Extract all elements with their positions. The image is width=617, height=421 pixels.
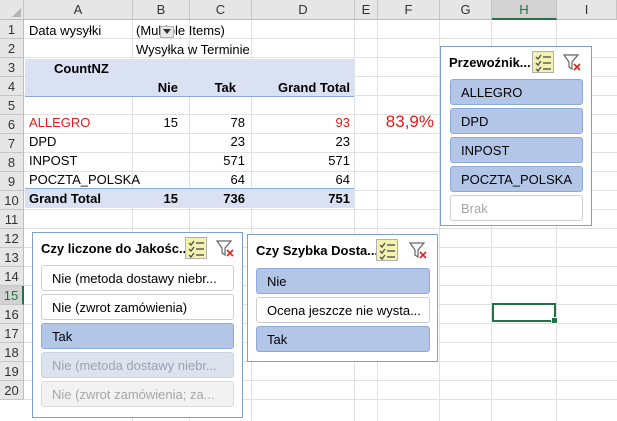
pivot-cell-total: 93 [335, 115, 350, 130]
row-header-6[interactable]: 6 [0, 115, 24, 134]
column-header-i[interactable]: I [557, 0, 617, 20]
slicer-item[interactable]: Nie [256, 268, 430, 294]
column-header-g[interactable]: G [440, 0, 492, 20]
pivot-cell-nie [134, 170, 178, 189]
pivot-cell-total: 23 [335, 134, 350, 149]
row-header-10[interactable]: 10 [0, 191, 24, 210]
select-all-corner[interactable] [0, 0, 24, 20]
row-header-8[interactable]: 8 [0, 153, 24, 172]
pivot-grand-total-label: Grand Total [29, 191, 101, 206]
row-header-9[interactable]: 9 [0, 172, 24, 191]
pivot-grand-total-tak: 736 [223, 191, 245, 206]
row-header-4[interactable]: 4 [0, 77, 24, 96]
clear-filter-icon[interactable] [408, 240, 428, 260]
slicer-title: Przewoźnik... [449, 55, 531, 70]
slicer-item[interactable]: Nie (metoda dostawy niebr... [41, 265, 234, 291]
pivot-cell-total: 64 [335, 172, 350, 187]
column-header-a[interactable]: A [24, 0, 133, 20]
pivot-row-label: ALLEGRO [29, 115, 91, 130]
slicer-title: Czy Szybka Dosta... [256, 243, 379, 258]
slicer-item[interactable]: Ocena jeszcze nie wysta... [256, 297, 430, 323]
row-header-20[interactable]: 20 [0, 381, 24, 400]
pivot-cell-nie: 15 [163, 115, 178, 130]
row-header-11[interactable]: 11 [0, 210, 24, 229]
slicer-item[interactable]: Brak [450, 195, 583, 221]
slicer-item[interactable]: POCZTA_POLSKA [450, 166, 583, 192]
pivot-column-field: Wysyłka w Terminie [136, 42, 250, 57]
row-header-13[interactable]: 13 [0, 248, 24, 267]
slicer-item[interactable]: Nie (zwrot zamówienia) [41, 294, 234, 320]
pivot-col-header-total: Grand Total [278, 80, 350, 95]
slicer-jakosc[interactable]: Czy liczone do Jakośc... Nie (metoda dos… [32, 232, 243, 418]
pivot-grand-total-total: 751 [328, 191, 350, 206]
row-header-17[interactable]: 17 [0, 324, 24, 343]
pivot-cell-nie [134, 132, 178, 151]
column-header-d[interactable]: D [252, 0, 355, 20]
pivot-cell-nie [134, 151, 178, 170]
pivot-row-label: INPOST [29, 153, 78, 168]
row-header-1[interactable]: 1 [0, 20, 24, 39]
gridline-horizontal [24, 228, 617, 229]
gridline-horizontal [24, 38, 617, 39]
slicer-szybka-dostawa[interactable]: Czy Szybka Dosta... Nie Ocena jeszcze ni… [247, 234, 438, 362]
pivot-cell-tak: 78 [230, 115, 245, 130]
row-header-7[interactable]: 7 [0, 134, 24, 153]
pivot-cell-total: 571 [328, 153, 350, 168]
row-header-18[interactable]: 18 [0, 343, 24, 362]
row-header-16[interactable]: 16 [0, 305, 24, 324]
slicer-title: Czy liczone do Jakośc... [41, 241, 190, 256]
pivot-value-label: CountNZ [54, 61, 109, 76]
pivot-cell-tak: 23 [230, 134, 245, 149]
pivot-grand-total-nie: 15 [163, 191, 178, 206]
pivot-cell-tak: 64 [230, 172, 245, 187]
row-header-3[interactable]: 3 [0, 58, 24, 77]
pivot-filter-value: (Multiple Items) [136, 23, 225, 38]
multi-select-icon[interactable] [532, 51, 554, 73]
column-header-h[interactable]: H [492, 0, 557, 20]
row-header-15[interactable]: 15 [0, 286, 24, 305]
slicer-przewoznik[interactable]: Przewoźnik... ALLEGRO DPD INPOST POCZTA_… [440, 46, 592, 226]
multi-select-icon[interactable] [185, 237, 207, 259]
slicer-item[interactable]: ALLEGRO [450, 79, 583, 105]
column-header-f[interactable]: F [378, 0, 440, 20]
active-cell-cursor[interactable] [492, 303, 558, 324]
row-header-12[interactable]: 12 [0, 229, 24, 248]
column-header-e[interactable]: E [355, 0, 378, 20]
column-header-b[interactable]: B [133, 0, 190, 20]
pivot-row-label: DPD [29, 134, 57, 149]
slicer-item[interactable]: INPOST [450, 137, 583, 163]
multi-select-icon[interactable] [376, 239, 398, 261]
clear-filter-icon[interactable] [215, 238, 235, 258]
column-header-c[interactable]: C [190, 0, 252, 20]
slicer-item[interactable]: Tak [256, 326, 430, 352]
pivot-filter-label: Data wysyłki [29, 23, 102, 38]
pivot-cell-tak: 571 [223, 153, 245, 168]
pivot-col-header-tak: Tak [214, 80, 236, 95]
slicer-item[interactable]: Tak [41, 323, 234, 349]
row-header-2[interactable]: 2 [0, 39, 24, 58]
row-header-5[interactable]: 5 [0, 96, 24, 115]
clear-filter-icon[interactable] [562, 52, 582, 72]
pivot-col-header-nie: Nie [157, 80, 178, 95]
filter-dropdown-icon[interactable] [160, 26, 174, 38]
percent-value: 83,9% [385, 112, 434, 131]
pivot-row-label: POCZTA_POLSKA [29, 172, 141, 187]
slicer-item[interactable]: DPD [450, 108, 583, 134]
slicer-item[interactable]: Nie (zwrot zamówienia; za... [41, 381, 234, 407]
row-header-14[interactable]: 14 [0, 267, 24, 286]
row-header-19[interactable]: 19 [0, 362, 24, 381]
slicer-item[interactable]: Nie (metoda dostawy niebr... [41, 352, 234, 378]
